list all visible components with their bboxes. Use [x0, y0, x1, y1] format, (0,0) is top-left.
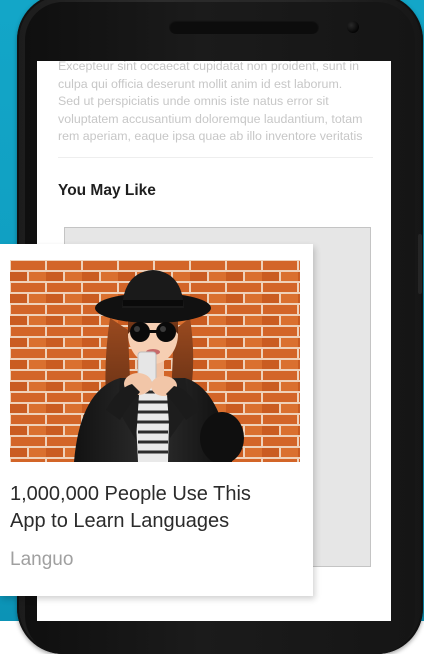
front-camera-icon	[347, 21, 359, 33]
recommendation-source: Languo	[10, 549, 74, 570]
article-line: rem aperiam, eaque ipsa quae ab illo inv…	[58, 129, 363, 143]
article-line: voluptatem accusantium doloremque laudan…	[58, 111, 363, 126]
recommendation-title[interactable]: 1,000,000 People Use This App to Learn L…	[10, 481, 306, 535]
recommendation-title-line: App to Learn Languages	[10, 510, 230, 532]
article-line: Excepteur sint occaecat cupidatat non pr…	[58, 61, 360, 73]
article-line: culpa qui officia deserunt mollit anim i…	[58, 76, 343, 91]
recommendation-image[interactable]	[10, 260, 300, 462]
recommendation-title-line: 1,000,000 People Use This	[10, 483, 251, 505]
phone-side-button	[418, 234, 422, 294]
section-title: You May Like	[58, 182, 156, 199]
article-body: Excepteur sint occaecat cupidatat non pr…	[58, 61, 388, 146]
section-divider	[58, 157, 373, 158]
article-line: Sed ut perspiciatis unde omnis iste natu…	[58, 94, 329, 108]
recommendation-card[interactable]: 1,000,000 People Use This App to Learn L…	[0, 244, 313, 596]
speaker-grille	[169, 20, 319, 34]
woman-with-phone-illustration	[10, 260, 300, 462]
